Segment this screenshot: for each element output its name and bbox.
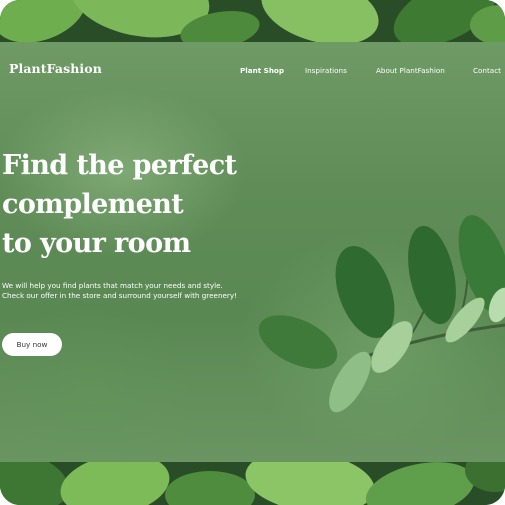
main-nav: Plant Shop Inspirations About PlantFashi… [0, 66, 505, 78]
headline-line: Find the perfect [2, 150, 237, 181]
headline-line: complement [2, 189, 184, 220]
hero-headline: Find the perfect complement to your room [2, 146, 302, 263]
nav-item-about[interactable]: About PlantFashion [376, 66, 445, 75]
nav-item-plant-shop[interactable]: Plant Shop [240, 66, 284, 75]
buy-now-button[interactable]: Buy now [2, 333, 62, 356]
subtitle-line: Check our offer in the store and surroun… [2, 291, 238, 300]
nav-item-inspirations[interactable]: Inspirations [305, 66, 347, 75]
hero-subtitle: We will help you find plants that match … [2, 281, 302, 301]
subtitle-line: We will help you find plants that match … [2, 281, 223, 290]
nav-item-contact[interactable]: Contact [473, 66, 501, 75]
app-frame: PlantFashion Plant Shop Inspirations Abo… [0, 0, 505, 505]
headline-line: to your room [2, 228, 191, 259]
